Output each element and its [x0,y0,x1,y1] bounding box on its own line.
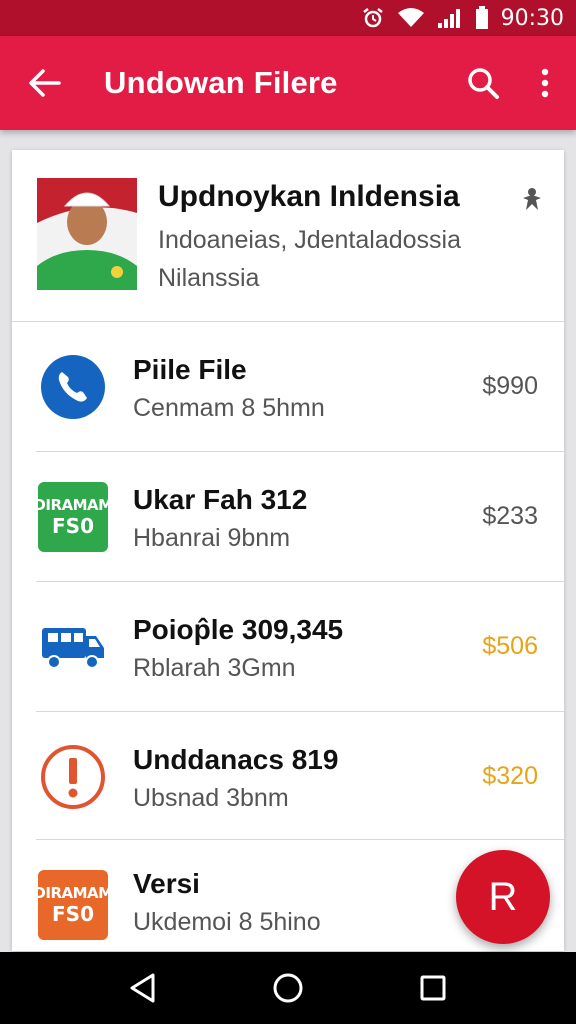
item-price: $233 [482,502,538,530]
item-subtitle: Cenmam 8 5hmn [133,394,325,422]
item-subtitle: Ukdemoi 8 5hino [133,908,321,936]
tag-bottom-text: FS0 [52,514,94,538]
tag-icon: DIRAMAM FS0 [33,870,113,940]
circle-home-icon [273,973,303,1003]
search-button[interactable] [452,36,514,130]
item-title: Unddanacs 819 [133,744,339,775]
nav-recents-button[interactable] [403,958,463,1018]
item-title: Poiop̂le 309,345 [133,614,344,645]
item-title: Piile File [133,354,247,385]
profile-location: Indoaneias, Jdentaladossia [158,226,462,254]
item-title: Ukar Fah 312 [133,484,308,515]
pin-icon[interactable] [520,184,544,212]
tag-icon: DIRAMAM FS0 [33,482,113,552]
back-button[interactable] [0,36,88,130]
item-subtitle: Ubsnad 3bnm [133,784,289,812]
more-vert-icon [541,68,549,98]
wifi-icon [397,8,424,27]
square-recents-icon [420,975,446,1001]
triangle-back-icon [130,973,155,1003]
alert-icon [38,742,108,812]
tag-top-text: DIRAMAM [33,884,113,902]
list-item[interactable]: Piile File Cenmam 8 5hmn $990 [12,322,564,452]
nav-back-button[interactable] [113,958,173,1018]
system-nav-bar [0,952,576,1024]
item-price: $506 [482,632,538,660]
floating-action-button[interactable]: R [456,850,550,944]
profile-name: Updnoykan Inldensia [158,180,460,213]
item-price: $990 [482,372,538,400]
truck-icon [38,612,108,682]
signal-icon [437,9,460,28]
arrow-back-icon [29,69,61,97]
list-item[interactable]: Unddanacs 819 Ubsnad 3bnm $320 [12,712,564,842]
avatar [37,178,137,290]
tag-top-text: DIRAMAM [33,496,113,514]
phone-icon [38,352,108,422]
app-bar: Undowan Filere [0,36,576,130]
status-time: 90:30 [500,5,564,31]
item-subtitle: Hbanrai 9bnm [133,524,291,552]
alarm-icon [362,8,383,28]
list-item[interactable]: Poiop̂le 309,345 Rblarah 3Gmn $506 [12,582,564,712]
item-title: Versi [133,868,200,899]
nav-home-button[interactable] [258,958,318,1018]
search-icon [468,68,499,99]
tag-bottom-text: FS0 [52,902,94,926]
overflow-menu-button[interactable] [514,36,576,130]
battery-icon [475,6,488,29]
item-price: $320 [482,762,538,790]
item-subtitle: Rblarah 3Gmn [133,654,296,682]
profile-header[interactable]: Updnoykan Inldensia Indoaneias, Jdentala… [12,150,564,322]
app-title: Undowan Filere [104,65,338,100]
list-item[interactable]: DIRAMAM FS0 Ukar Fah 312 Hbanrai 9bnm $2… [12,452,564,582]
status-bar: 90:30 [0,0,576,36]
content-card: Updnoykan Inldensia Indoaneias, Jdentala… [12,150,564,951]
profile-region: Nilanssia [158,264,260,292]
